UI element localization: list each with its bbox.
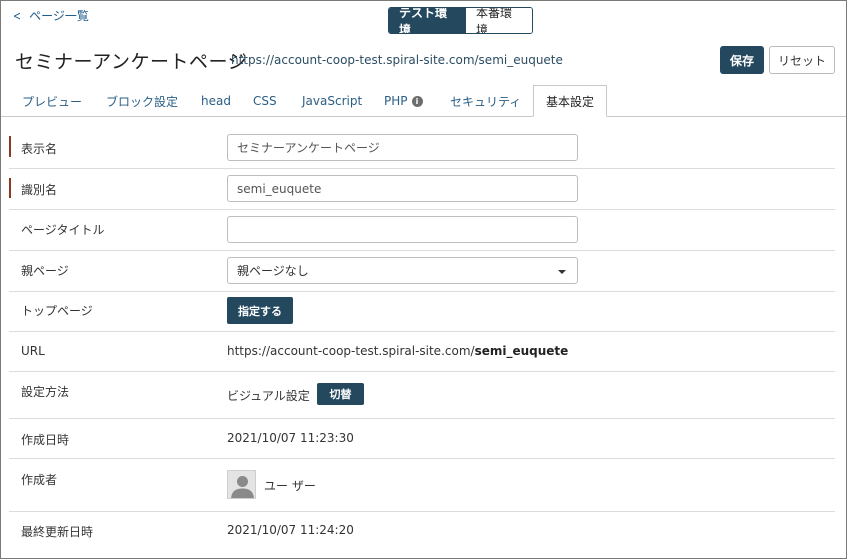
page-url: https://account-coop-test.spiral-site.co…	[231, 53, 563, 67]
creator-label: 作成者	[21, 473, 58, 487]
reset-button[interactable]: リセット	[769, 46, 835, 74]
updated-at-label: 最終更新日時	[21, 525, 94, 539]
back-link-label: ページ一覧	[29, 9, 89, 23]
tab-block-settings[interactable]: ブロック設定	[106, 85, 178, 117]
set-top-page-button[interactable]: 指定する	[227, 297, 293, 324]
identifier-row: 識別名 semi_euquete	[9, 169, 835, 210]
user-silhouette-icon	[228, 471, 255, 498]
chevron-left-icon: <	[13, 8, 22, 23]
top-page-row: トップページ 指定する	[9, 292, 835, 332]
page-title-input[interactable]	[227, 216, 578, 243]
top-page-label: トップページ	[21, 304, 93, 318]
updated-at-row: 最終更新日時 2021/10/07 11:24:20	[9, 512, 835, 550]
parent-page-selected-value: 親ページなし	[237, 264, 309, 278]
url-base: https://account-coop-test.spiral-site.co…	[227, 344, 475, 358]
created-at-value: 2021/10/07 11:23:30	[227, 431, 354, 445]
info-icon: i	[411, 95, 423, 107]
tab-javascript[interactable]: JavaScript	[302, 85, 362, 117]
display-name-label: 表示名	[21, 142, 58, 156]
url-row: URL https://account-coop-test.spiral-sit…	[9, 332, 835, 372]
creator-row: 作成者 ユー ザー	[9, 459, 835, 512]
tab-preview[interactable]: プレビュー	[22, 85, 82, 117]
page-title-row: ページタイトル	[9, 210, 835, 251]
test-environment-button[interactable]: テスト環境	[389, 8, 466, 33]
parent-page-label: 親ページ	[21, 264, 69, 278]
url-slug: semi_euquete	[474, 344, 569, 358]
page-title: セミナーアンケートページ	[15, 51, 248, 73]
required-marker	[9, 178, 11, 198]
tab-bar: プレビュー ブロック設定 head CSS JavaScript PHP i セ…	[1, 85, 846, 117]
tab-php[interactable]: PHP i	[384, 85, 423, 117]
required-marker	[9, 136, 11, 157]
save-button[interactable]: 保存	[720, 46, 764, 74]
production-environment-button[interactable]: 本番環境	[466, 8, 532, 33]
tab-security[interactable]: セキュリティ	[450, 85, 521, 117]
parent-page-row: 親ページ 親ページなし	[9, 251, 835, 292]
tab-head[interactable]: head	[201, 85, 231, 117]
dropdown-caret-icon	[558, 270, 566, 274]
created-at-row: 作成日時 2021/10/07 11:23:30	[9, 419, 835, 459]
tab-basic-settings[interactable]: 基本設定	[533, 85, 608, 117]
url-label: URL	[21, 344, 45, 358]
page-frame: < ページ一覧 テスト環境 本番環境 セミナーアンケートページ https://…	[0, 0, 847, 559]
back-to-page-list-link[interactable]: < ページ一覧	[12, 7, 89, 24]
setting-method-label: 設定方法	[21, 385, 70, 399]
creator-name: ユー ザー	[264, 479, 316, 493]
switch-setting-method-button[interactable]: 切替	[317, 383, 364, 405]
identifier-input[interactable]: semi_euquete	[227, 175, 578, 202]
identifier-label: 識別名	[21, 183, 58, 197]
page-title-label: ページタイトル	[21, 223, 105, 237]
tab-php-label: PHP	[384, 94, 408, 108]
created-at-label: 作成日時	[21, 433, 70, 447]
tab-css[interactable]: CSS	[253, 85, 277, 117]
setting-method-row: 設定方法 ビジュアル設定 切替	[9, 372, 835, 419]
parent-page-select[interactable]: 親ページなし	[227, 257, 578, 284]
updated-at-value: 2021/10/07 11:24:20	[227, 523, 354, 537]
setting-method-value: ビジュアル設定	[227, 389, 310, 403]
avatar	[227, 470, 256, 499]
url-value: https://account-coop-test.spiral-site.co…	[227, 344, 568, 358]
display-name-row: 表示名 セミナーアンケートページ	[9, 127, 835, 169]
display-name-input[interactable]: セミナーアンケートページ	[227, 134, 578, 161]
environment-toggle: テスト環境 本番環境	[388, 7, 533, 34]
